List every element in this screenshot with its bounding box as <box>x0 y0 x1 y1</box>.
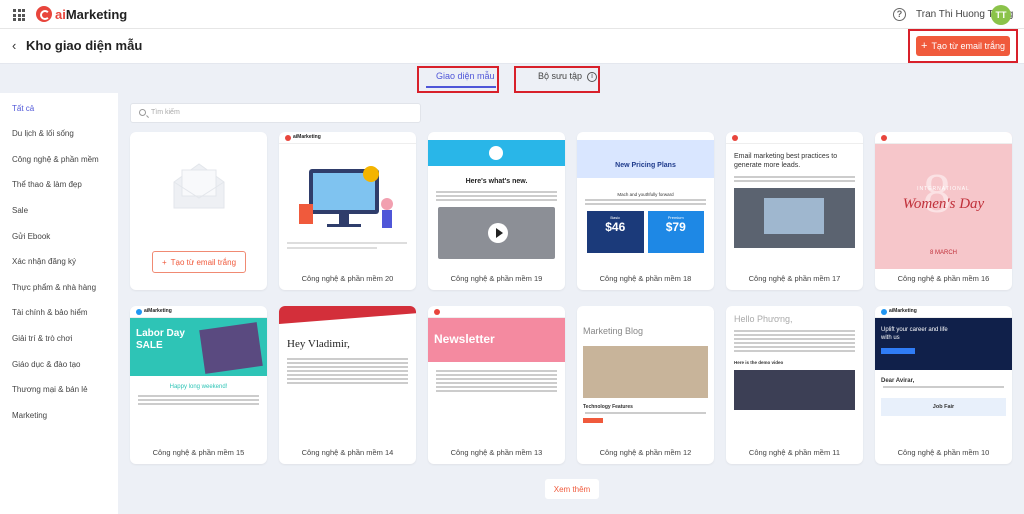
sidebar-item-education[interactable]: Giáo dục & đào tạo <box>12 360 81 369</box>
preview-headline: Marketing Blog <box>583 326 644 336</box>
preview-headline: New Pricing Plans <box>577 140 714 178</box>
template-card[interactable]: New Pricing Plans Mach and youthfully fo… <box>577 132 714 290</box>
blank-template-card[interactable]: + Tạo từ email trắng <box>130 132 267 290</box>
template-preview: aiMarketing <box>279 132 416 269</box>
category-sidebar: Tất cả Du lịch & lối sống Công nghệ & ph… <box>0 93 118 514</box>
template-preview: New Pricing Plans Mach and youthfully fo… <box>577 132 714 269</box>
preview-headline: Newsletter <box>428 318 565 362</box>
preview-headline: Uplift your career and life with us <box>881 327 948 341</box>
template-caption: Công nghệ & phần mềm 11 <box>748 448 841 457</box>
template-card[interactable]: Here's what's new. Công nghệ & phần mềm … <box>428 132 565 290</box>
preview-headline: aiMarketing <box>293 134 321 140</box>
preview-sub: Happy long weekend! <box>169 384 228 390</box>
preview-sub: Dear Avirar, <box>881 378 915 384</box>
logo[interactable]: aiMarketing <box>36 6 127 22</box>
template-card[interactable]: Hey Vladimir, Công nghệ & phần mềm 14 <box>279 306 416 464</box>
page-title: Kho giao diện mẫu <box>26 38 143 53</box>
plan-price: $79 <box>665 220 686 234</box>
sidebar-item-ebook[interactable]: Gửi Ebook <box>12 232 50 241</box>
template-preview: Newsletter <box>428 306 565 443</box>
template-card[interactable]: 8 INTERNATIONAL Women's Day 8 MARCH Công… <box>875 132 1012 290</box>
preview-headline: Here's what's new. <box>465 178 528 185</box>
template-card[interactable]: Hello Phương, Here is the demo video Côn… <box>726 306 863 464</box>
highlight-create-button <box>908 29 1018 63</box>
template-preview: Email marketing best practices to genera… <box>726 132 863 269</box>
template-caption: Công nghệ & phần mềm 14 <box>301 448 394 457</box>
sidebar-item-entertainment[interactable]: Giải trí & trò chơi <box>12 334 72 343</box>
template-caption: Công nghệ & phần mềm 13 <box>450 448 543 457</box>
template-preview: Hey Vladimir, <box>279 306 416 443</box>
sidebar-item-marketing[interactable]: Marketing <box>12 411 47 420</box>
preview-footer: Job Fair <box>881 398 1006 416</box>
logo-suffix: Marketing <box>65 6 128 22</box>
preview-headline: Hello Phương, <box>734 314 793 324</box>
search-input[interactable]: Tìm kiếm <box>130 103 421 123</box>
template-card[interactable]: Email marketing best practices to genera… <box>726 132 863 290</box>
preview-headline: Email marketing best practices to genera… <box>734 153 838 169</box>
avatar[interactable]: TT <box>991 5 1011 25</box>
template-card[interactable]: aiMarketing Công nghệ & phần mềm 20 <box>279 132 416 290</box>
preview-sub: Mach and youthfully forward <box>617 192 674 197</box>
highlight-collection-tab <box>514 66 600 93</box>
template-preview: 8 INTERNATIONAL Women's Day 8 MARCH <box>875 132 1012 269</box>
sidebar-item-tech[interactable]: Công nghệ & phần mềm <box>12 155 99 164</box>
highlight-templates-tab <box>417 66 499 93</box>
search-placeholder: Tìm kiếm <box>151 109 180 116</box>
template-caption: Công nghệ & phần mềm 19 <box>450 274 543 283</box>
page-header: ‹ Kho giao diện mẫu <box>0 29 1024 63</box>
preview-headline: Hey Vladimir, <box>287 338 350 350</box>
blank-create-button[interactable]: + Tạo từ email trắng <box>152 251 246 273</box>
template-card[interactable]: aiMarketing Labor Day SALE Happy long we… <box>130 306 267 464</box>
load-more-button[interactable]: Xem thêm <box>545 479 599 499</box>
template-caption: Công nghệ & phần mềm 15 <box>152 448 245 457</box>
preview-headline: Labor Day SALE <box>136 328 185 351</box>
sidebar-item-all[interactable]: Tất cả <box>12 104 34 113</box>
template-preview: Hello Phương, Here is the demo video <box>726 306 863 443</box>
search-icon <box>139 109 146 116</box>
chevron-left-icon[interactable]: ‹ <box>12 38 16 53</box>
preview-sub: Here is the demo video <box>734 360 784 365</box>
template-caption: Công nghệ & phần mềm 12 <box>599 448 692 457</box>
sidebar-item-sports[interactable]: Thể thao & làm đẹp <box>12 180 82 189</box>
tab-bar <box>0 63 1024 93</box>
app-grid-icon[interactable] <box>13 9 25 21</box>
sidebar-item-finance[interactable]: Tài chính & bảo hiểm <box>12 308 88 317</box>
template-card[interactable]: Marketing Blog Technology Features Công … <box>577 306 714 464</box>
template-card[interactable]: Newsletter Công nghệ & phần mềm 13 <box>428 306 565 464</box>
sidebar-item-confirm[interactable]: Xác nhận đăng ký <box>12 257 76 266</box>
preview-sub: Technology Features <box>583 404 633 410</box>
template-caption: Công nghệ & phần mềm 17 <box>748 274 841 283</box>
blank-create-label: Tạo từ email trắng <box>170 257 237 267</box>
template-preview: aiMarketing Labor Day SALE Happy long we… <box>130 306 267 443</box>
help-icon[interactable]: ? <box>893 8 906 21</box>
sidebar-item-travel[interactable]: Du lịch & lối sống <box>12 129 74 138</box>
template-preview: aiMarketing Uplift your career and life … <box>875 306 1012 443</box>
plus-icon: + <box>161 257 167 267</box>
logo-icon <box>36 6 52 22</box>
envelope-icon <box>173 163 225 209</box>
template-caption: Công nghệ & phần mềm 18 <box>599 274 692 283</box>
preview-sub: 8 MARCH <box>929 250 957 256</box>
sidebar-item-retail[interactable]: Thương mại & bán lẻ <box>12 385 88 394</box>
template-caption: Công nghệ & phần mềm 20 <box>301 274 394 283</box>
top-bar: aiMarketing ? Tran Thi Huong Trang TT <box>0 0 1024 29</box>
logo-prefix: ai <box>55 6 66 22</box>
preview-headline: Women's Day <box>902 196 985 212</box>
sidebar-item-sale[interactable]: Sale <box>12 206 28 215</box>
template-preview: Marketing Blog Technology Features <box>577 306 714 443</box>
template-caption: Công nghệ & phần mềm 16 <box>897 274 990 283</box>
template-caption: Công nghệ & phần mềm 10 <box>897 448 990 457</box>
illustration <box>287 166 407 249</box>
template-card[interactable]: aiMarketing Uplift your career and life … <box>875 306 1012 464</box>
sidebar-item-food[interactable]: Thực phẩm & nhà hàng <box>12 283 96 292</box>
plan-price: $46 <box>605 220 626 234</box>
preview-headline-top: INTERNATIONAL <box>917 186 970 192</box>
template-preview: Here's what's new. <box>428 132 565 269</box>
